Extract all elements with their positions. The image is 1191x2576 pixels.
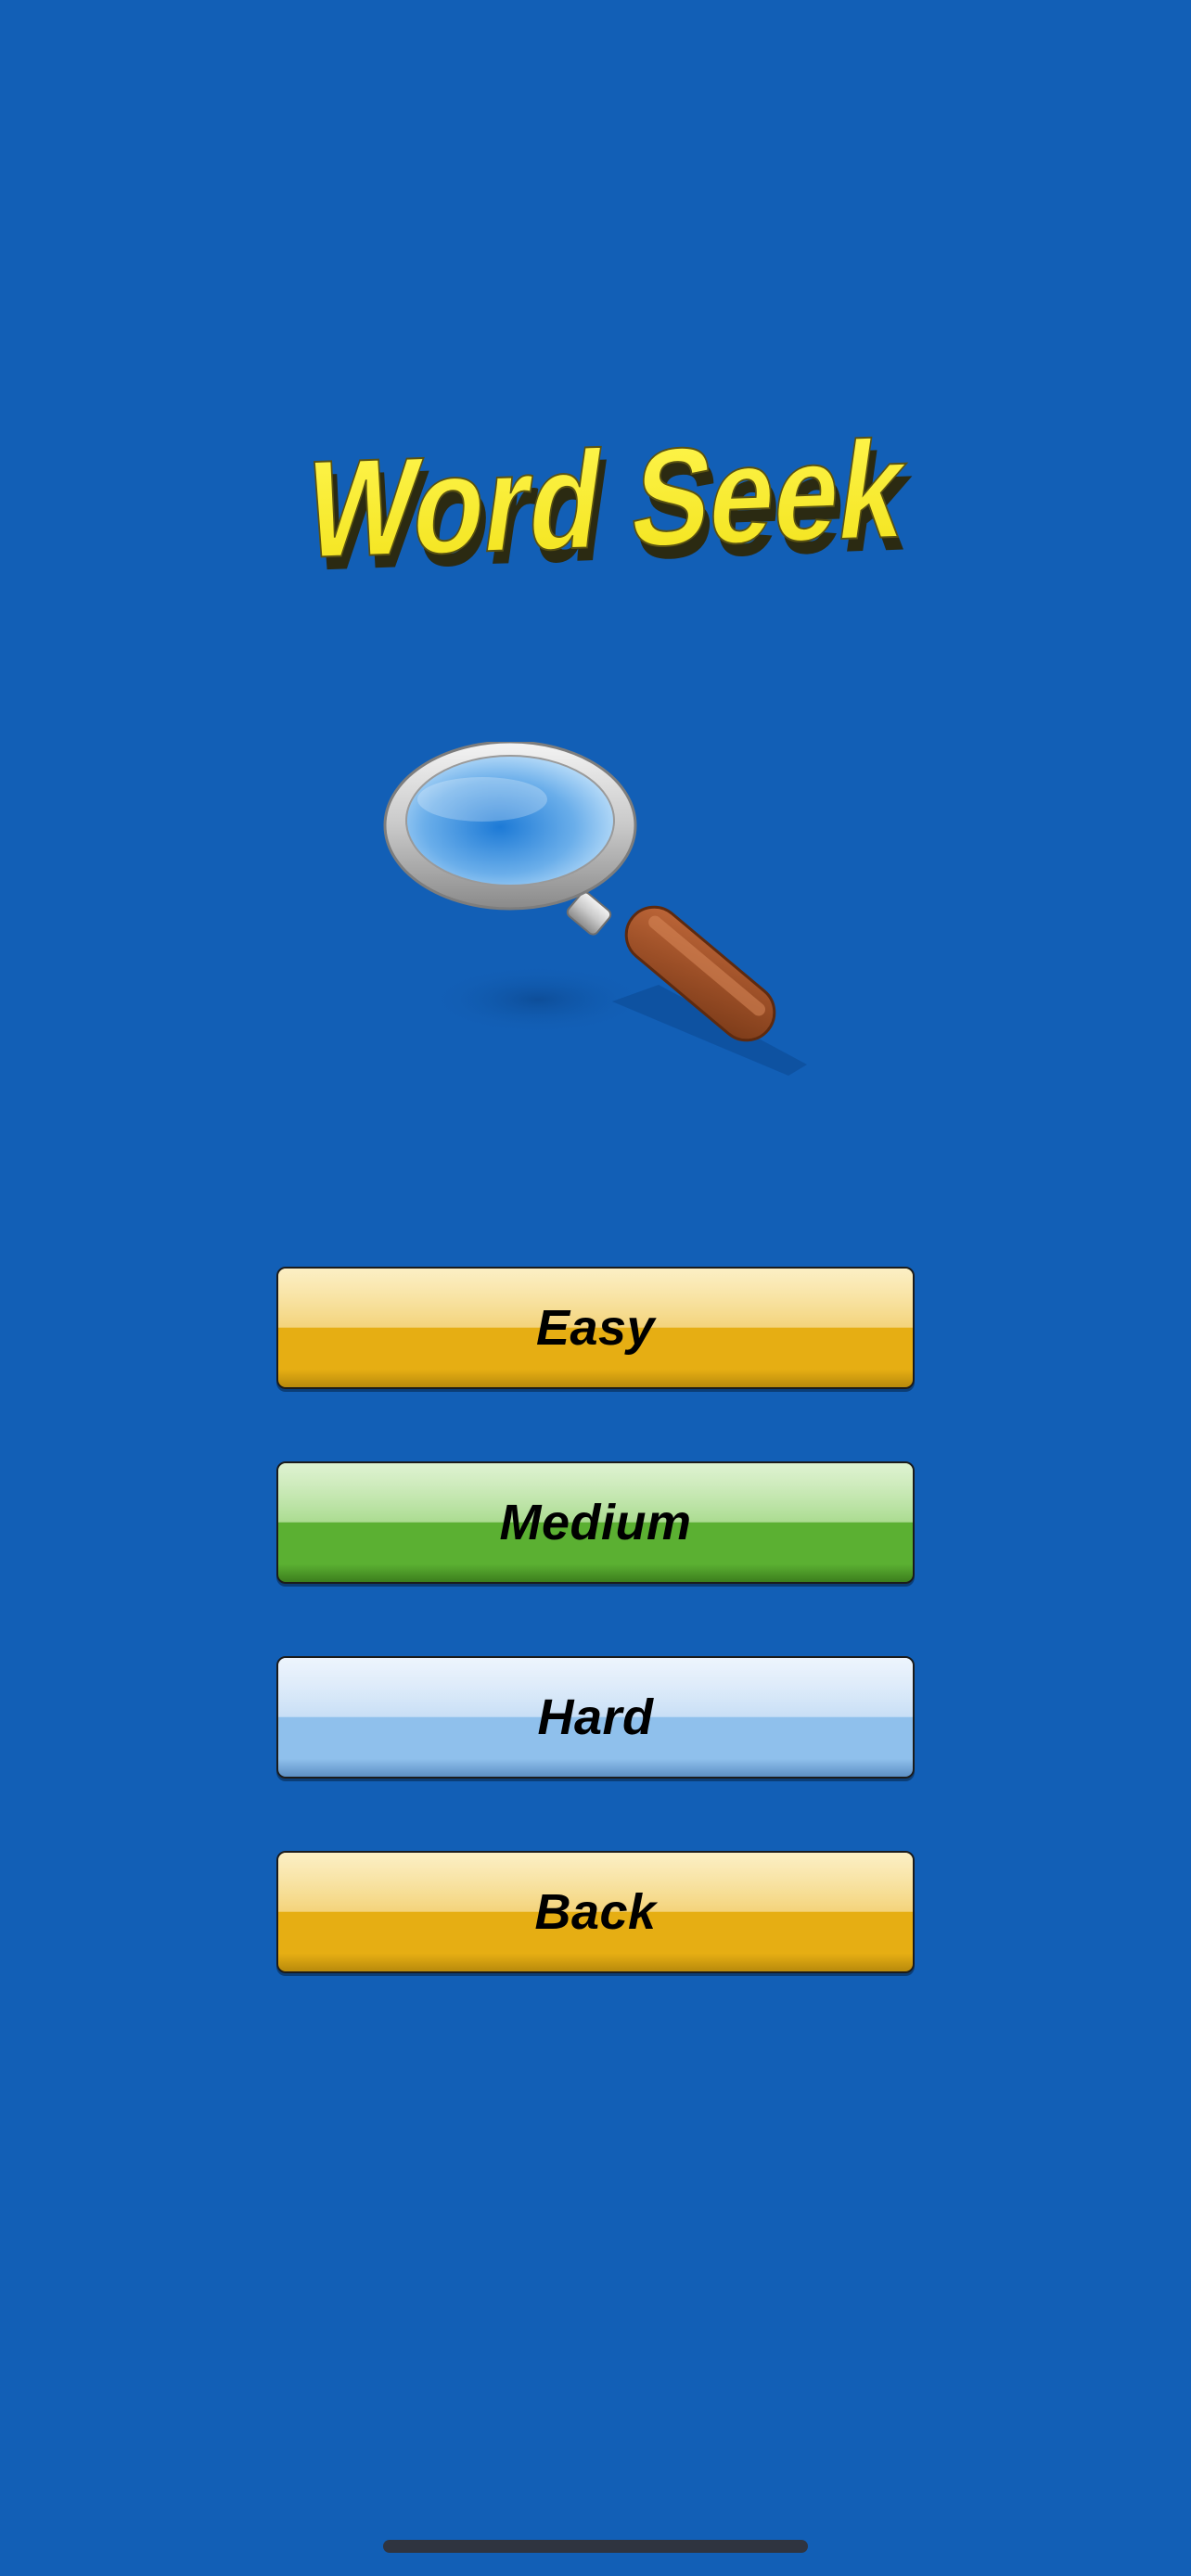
home-indicator-bar[interactable] (383, 2540, 808, 2553)
easy-button[interactable]: Easy (276, 1267, 915, 1389)
medium-button[interactable]: Medium (276, 1461, 915, 1584)
difficulty-screen: Word Seek Word Seek Easy Medium Hard Bac… (0, 0, 1191, 2576)
game-logo: Word Seek Word Seek (275, 408, 924, 612)
hard-button-label: Hard (537, 1690, 654, 1745)
game-title: Word Seek (297, 412, 916, 588)
medium-button-label: Medium (499, 1495, 692, 1550)
magnifying-glass-icon (380, 742, 826, 1094)
back-button-label: Back (534, 1884, 657, 1940)
easy-button-label: Easy (535, 1300, 656, 1356)
game-title-art: Word Seek Word Seek (296, 411, 922, 601)
back-button[interactable]: Back (276, 1851, 915, 1973)
hard-button[interactable]: Hard (276, 1656, 915, 1779)
